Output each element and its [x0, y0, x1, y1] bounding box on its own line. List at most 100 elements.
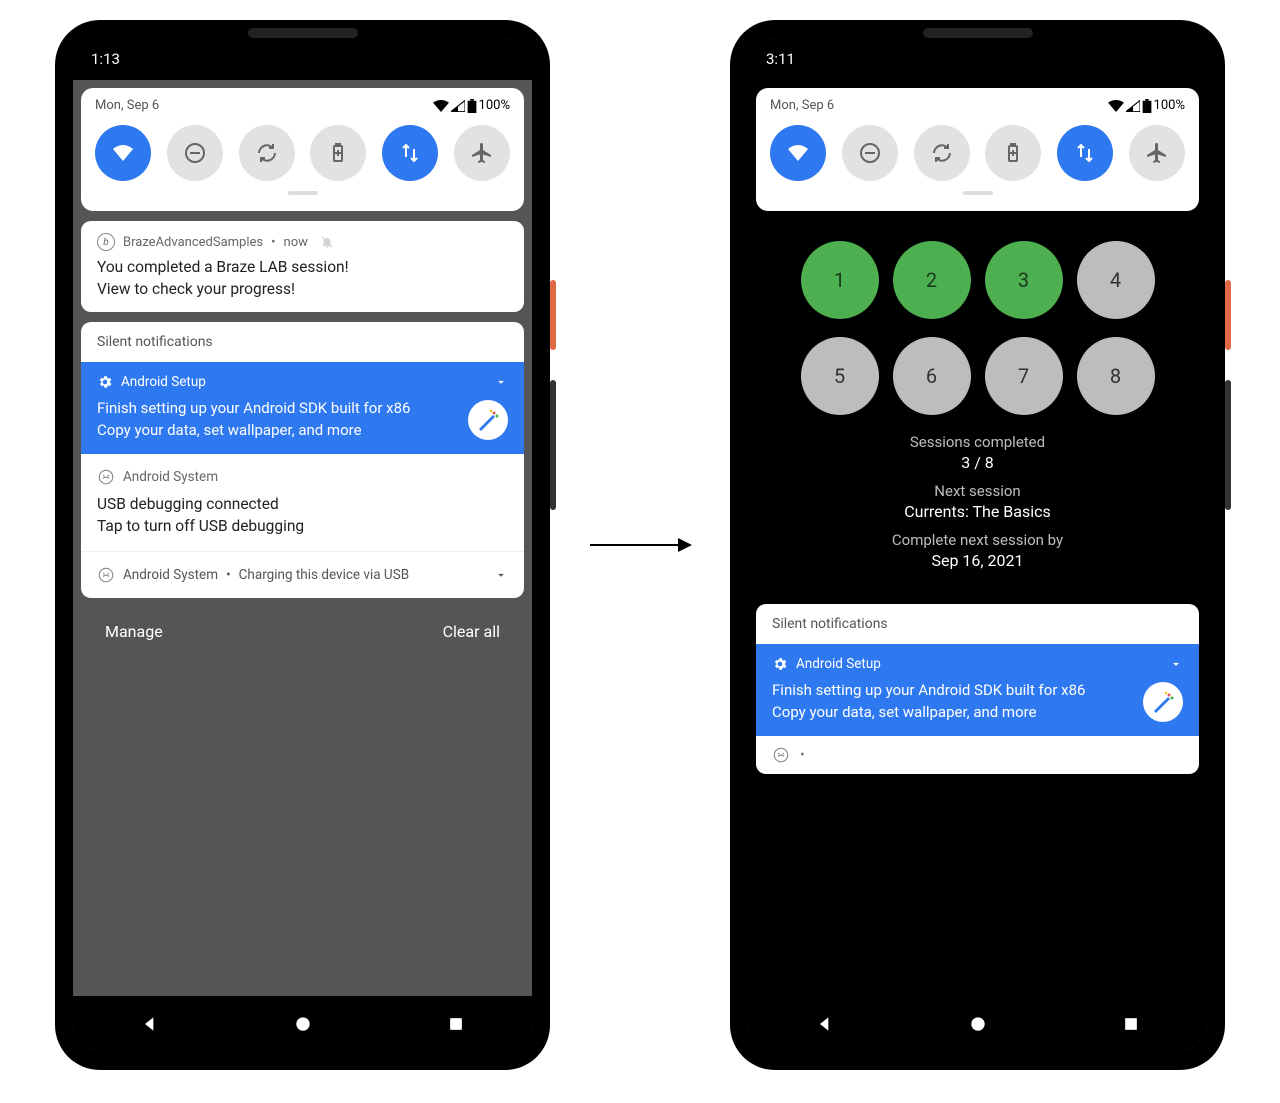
qs-tile-dnd[interactable]: [167, 125, 223, 181]
android-system-icon: [772, 746, 790, 764]
setup-line2: Copy your data, set wallpaper, and more: [772, 702, 1131, 724]
signal-icon: [1126, 100, 1140, 112]
app-name: BrazeAdvancedSamples: [123, 235, 263, 250]
qs-tile-mobile-data[interactable]: [1057, 125, 1113, 181]
qs-handle[interactable]: [963, 191, 993, 195]
session-dot-2: 2: [893, 241, 971, 319]
charging-text: Charging this device via USB: [239, 567, 410, 583]
notif-subtitle: View to check your progress!: [97, 279, 508, 301]
chevron-down-icon[interactable]: [494, 568, 508, 582]
session-dot-8: 8: [1077, 337, 1155, 415]
qs-tile-rotate[interactable]: [239, 125, 295, 181]
clock-text: 1:13: [91, 50, 120, 68]
android-system-icon: [97, 566, 115, 584]
setup-line2: Copy your data, set wallpaper, and more: [97, 420, 456, 442]
notification-braze[interactable]: b BrazeAdvancedSamples • now You complet…: [81, 221, 524, 312]
next-session-label: Next session: [772, 482, 1183, 500]
qs-tile-wifi[interactable]: [95, 125, 151, 181]
battery-icon: [1142, 99, 1152, 113]
qs-tile-battery-saver[interactable]: [985, 125, 1041, 181]
navigation-bar: [748, 996, 1207, 1052]
quick-settings-panel[interactable]: Mon, Sep 6 100%: [756, 88, 1199, 211]
sessions-value: 3 / 8: [772, 453, 1183, 472]
qs-tile-battery-saver[interactable]: [310, 125, 366, 181]
notification-braze-expanded[interactable]: 12345678 Sessions completed 3 / 8 Next s…: [756, 221, 1199, 594]
qs-handle[interactable]: [288, 191, 318, 195]
phone-notch: [923, 28, 1033, 38]
chevron-down-icon[interactable]: [494, 375, 508, 389]
notification-charging[interactable]: Android System • Charging this device vi…: [81, 551, 524, 598]
clock-text: 3:11: [766, 50, 795, 68]
qs-tile-airplane[interactable]: [1129, 125, 1185, 181]
phone-right: 3:11 Mon, Sep 6 100%: [730, 20, 1225, 1070]
bell-icon: [320, 235, 334, 249]
qs-tile-wifi[interactable]: [770, 125, 826, 181]
recent-icon[interactable]: [446, 1014, 466, 1034]
flow-arrow-icon: [590, 544, 690, 546]
notif-time: now: [284, 235, 308, 250]
chevron-down-icon[interactable]: [1169, 657, 1183, 671]
phone-left: 1:13 Mon, Sep 6 100%: [55, 20, 550, 1070]
recent-icon[interactable]: [1121, 1014, 1141, 1034]
next-session-value: Currents: The Basics: [772, 502, 1183, 521]
qs-date: Mon, Sep 6: [770, 98, 834, 113]
silent-header: Silent notifications: [756, 604, 1199, 644]
volume-button: [1225, 380, 1231, 510]
notif-title: You completed a Braze LAB session!: [97, 257, 508, 279]
session-dot-5: 5: [801, 337, 879, 415]
gear-icon: [772, 656, 788, 672]
power-button-accent: [1225, 280, 1231, 350]
silent-notifications-group: Silent notifications Android Setup: [81, 322, 524, 598]
wand-icon: [468, 400, 508, 440]
system-heading: Android System: [123, 469, 218, 485]
overflow-dot: •: [800, 747, 805, 763]
notification-collapsed-extra[interactable]: •: [756, 736, 1199, 774]
power-button-accent: [550, 280, 556, 350]
qs-tile-dnd[interactable]: [842, 125, 898, 181]
home-icon[interactable]: [968, 1014, 988, 1034]
qs-tile-mobile-data[interactable]: [382, 125, 438, 181]
wifi-icon: [1108, 100, 1124, 112]
phone-notch: [248, 28, 358, 38]
dot-sep: •: [271, 235, 275, 250]
dot-sep: •: [226, 567, 231, 583]
status-icons: 100%: [433, 98, 510, 113]
battery-percent: 100%: [1154, 98, 1185, 113]
silent-header: Silent notifications: [81, 322, 524, 362]
signal-icon: [451, 100, 465, 112]
setup-heading: Android Setup: [121, 374, 206, 390]
shade-footer: Manage Clear all: [81, 608, 524, 671]
setup-line1: Finish setting up your Android SDK built…: [772, 680, 1131, 702]
battery-icon: [467, 99, 477, 113]
status-bar: 3:11: [748, 38, 1207, 80]
app-icon: b: [97, 233, 115, 251]
status-icons: 100%: [1108, 98, 1185, 113]
sessions-label: Sessions completed: [772, 433, 1183, 451]
notification-android-setup[interactable]: Android Setup Finish setting up your And…: [81, 362, 524, 454]
clear-all-button[interactable]: Clear all: [443, 622, 500, 641]
status-bar: 1:13: [73, 38, 532, 80]
session-dot-6: 6: [893, 337, 971, 415]
system-title: USB debugging connected: [97, 494, 508, 516]
back-icon[interactable]: [815, 1014, 835, 1034]
wand-icon: [1143, 682, 1183, 722]
manage-button[interactable]: Manage: [105, 622, 163, 641]
qs-tile-airplane[interactable]: [454, 125, 510, 181]
silent-notifications-group: Silent notifications Android Setup: [756, 604, 1199, 774]
wifi-icon: [433, 100, 449, 112]
quick-settings-panel[interactable]: Mon, Sep 6 100%: [81, 88, 524, 211]
qs-tile-rotate[interactable]: [914, 125, 970, 181]
volume-button: [550, 380, 556, 510]
session-dot-4: 4: [1077, 241, 1155, 319]
android-system-icon: [97, 468, 115, 486]
complete-by-value: Sep 16, 2021: [772, 551, 1183, 570]
system-subtitle: Tap to turn off USB debugging: [97, 516, 508, 538]
setup-heading: Android Setup: [796, 656, 881, 672]
notification-android-setup[interactable]: Android Setup Finish setting up your And…: [756, 644, 1199, 736]
setup-line1: Finish setting up your Android SDK built…: [97, 398, 456, 420]
back-icon[interactable]: [140, 1014, 160, 1034]
session-dot-7: 7: [985, 337, 1063, 415]
session-dot-3: 3: [985, 241, 1063, 319]
home-icon[interactable]: [293, 1014, 313, 1034]
notification-android-system-usb[interactable]: Android System USB debugging connected T…: [81, 454, 524, 551]
